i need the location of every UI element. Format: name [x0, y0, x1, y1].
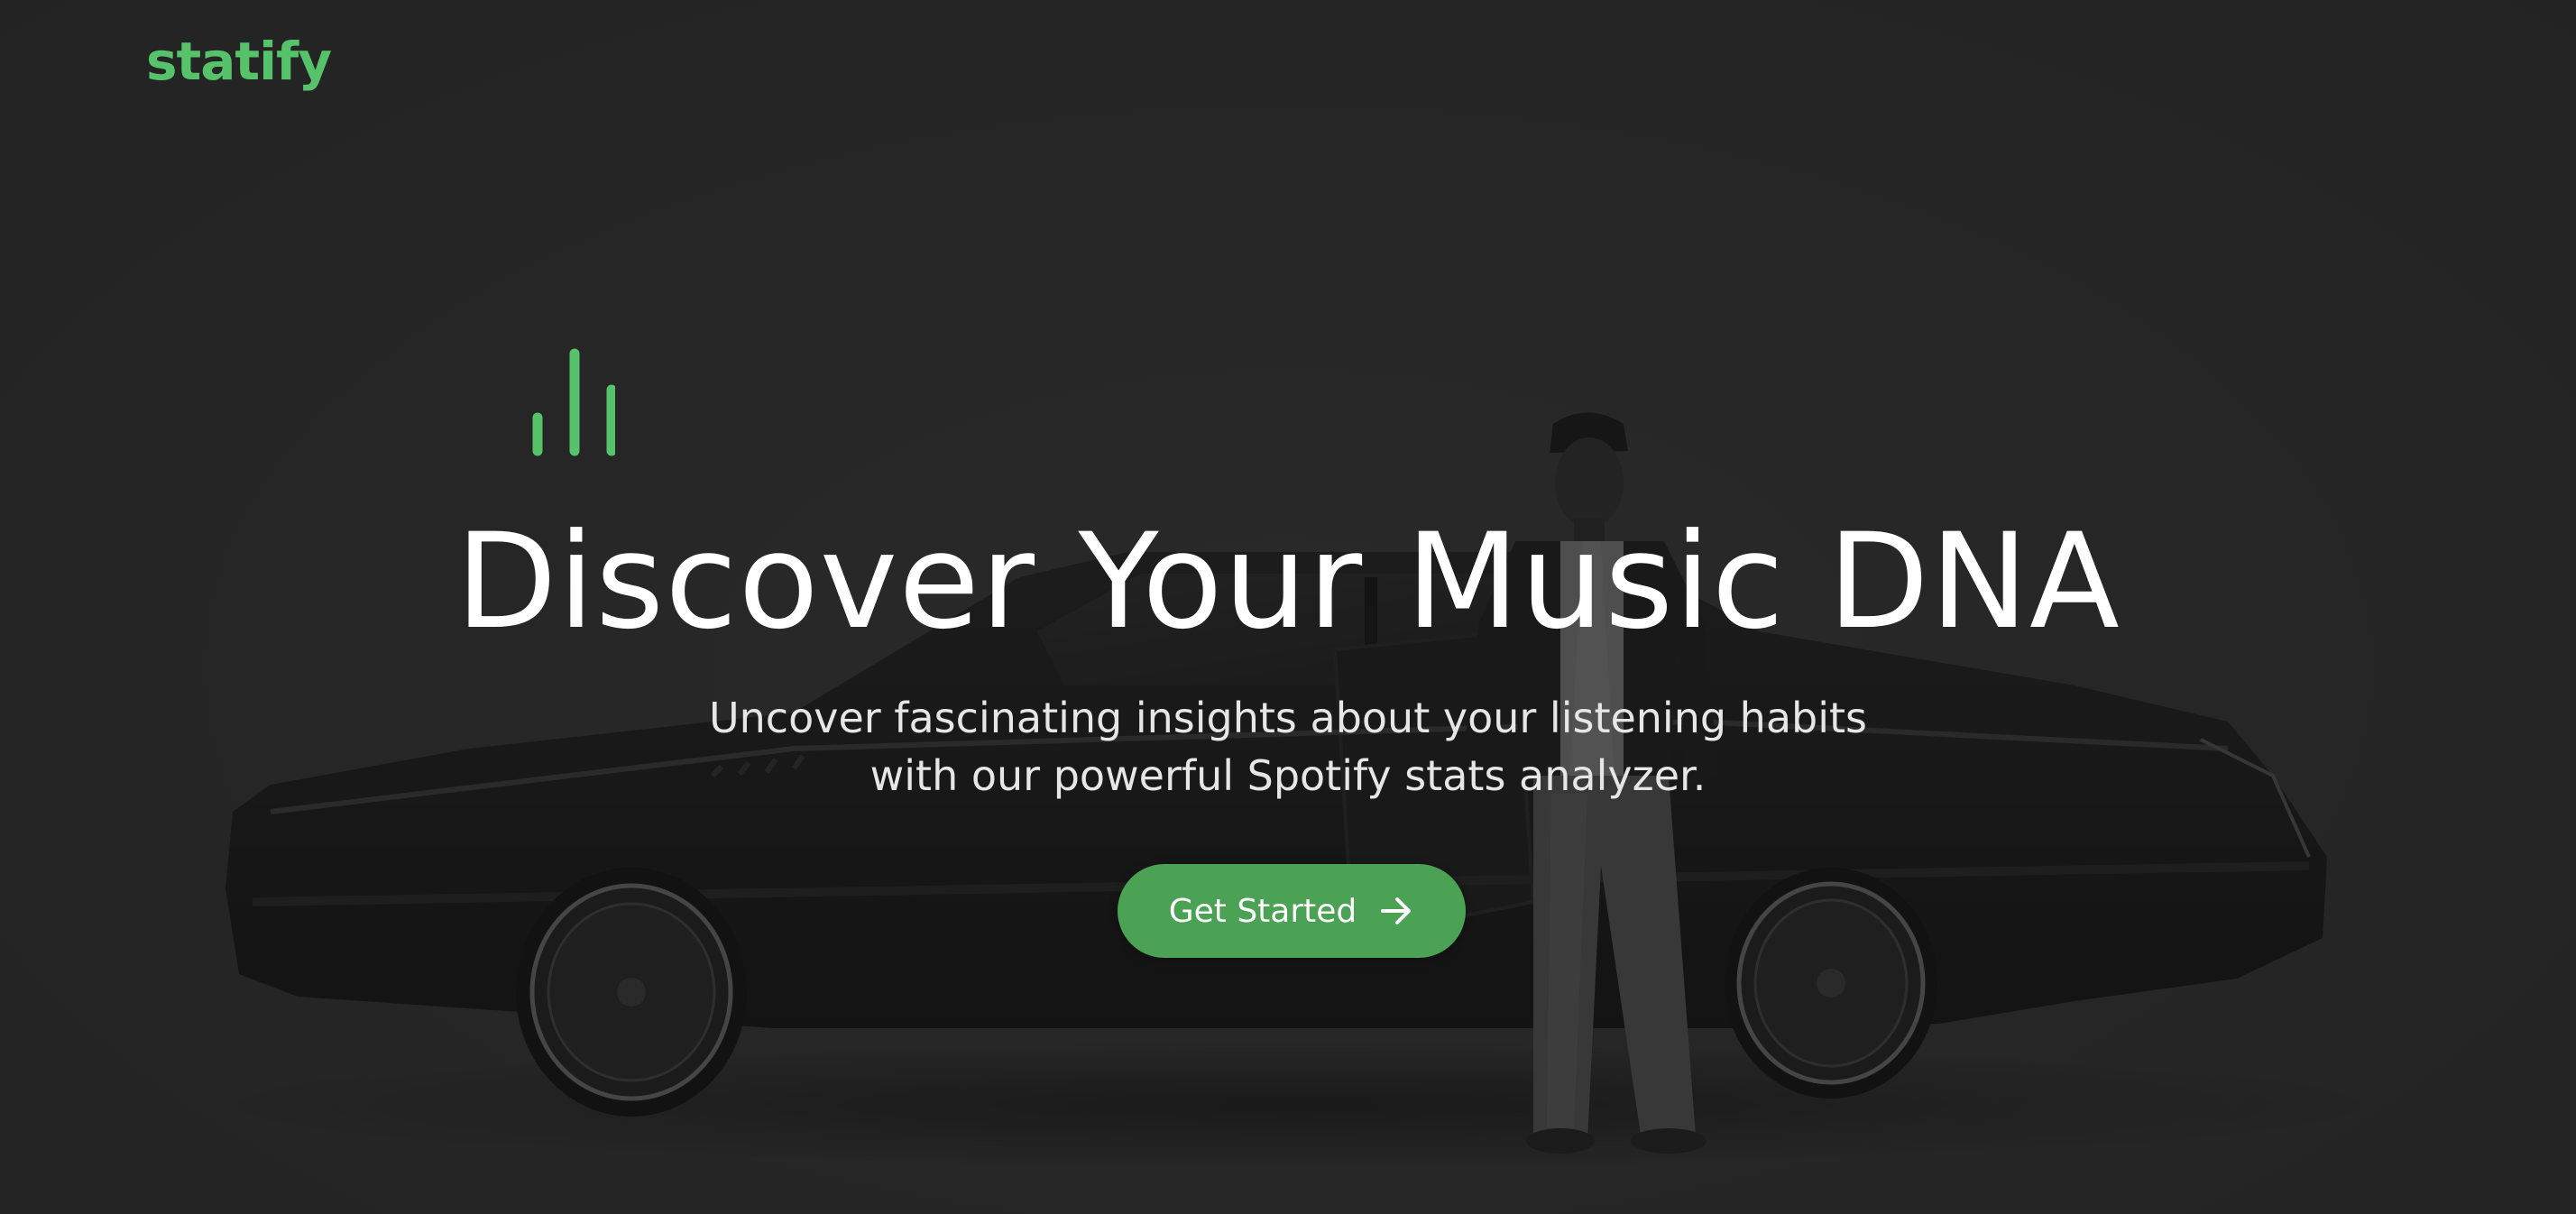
equalizer-bars-icon — [532, 348, 615, 456]
arrow-right-icon — [1381, 897, 1412, 924]
hero-subtitle: Uncover fascinating insights about your … — [0, 689, 2576, 805]
hero-title: Discover Your Music DNA — [455, 505, 2121, 658]
landing-page: statify Discover Your Music DNA Uncover … — [0, 0, 2576, 1214]
statify-logo[interactable]: statify — [146, 31, 332, 92]
hero-subtitle-line-2: with our powerful Spotify stats analyzer… — [869, 751, 1707, 800]
get-started-label: Get Started — [1168, 892, 1357, 930]
get-started-button[interactable]: Get Started — [1118, 864, 1466, 958]
hero-subtitle-line-1: Uncover fascinating insights about your … — [708, 694, 1868, 742]
